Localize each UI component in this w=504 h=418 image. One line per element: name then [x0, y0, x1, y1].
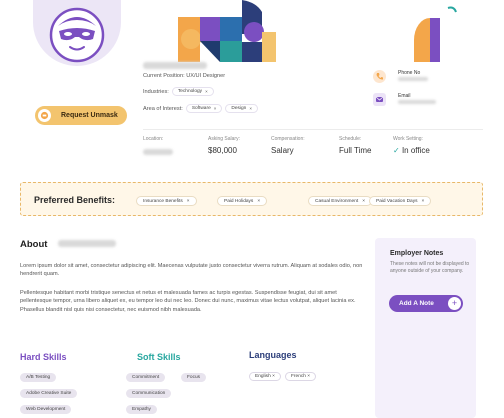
add-note-button[interactable]: Add A Note + — [389, 295, 463, 312]
stat-compensation: Compensation: Salary — [271, 136, 305, 155]
phone-icon — [373, 70, 386, 83]
masked-avatar-icon — [49, 7, 105, 63]
email-icon — [373, 93, 386, 106]
benefit-chip[interactable]: Paid Holidays × — [217, 196, 268, 206]
hard-skill-chip[interactable]: Web Development — [20, 405, 72, 414]
preferred-benefits-panel: Preferred Benefits: Insurance Benefits × … — [20, 182, 483, 216]
hard-skills-heading: Hard Skills — [20, 352, 67, 362]
soft-skill-chip[interactable]: Empathy — [126, 405, 157, 414]
soft-skill-chip[interactable]: Focus — [181, 373, 207, 382]
stat-work-setting: Work Setting: ✓ In office — [393, 136, 430, 155]
request-unmask-label: Request Unmask — [61, 112, 118, 119]
banner-graphic — [178, 0, 504, 62]
benefit-chip[interactable]: Paid Vacation Days × — [369, 196, 432, 206]
request-unmask-button[interactable]: Request Unmask — [35, 106, 127, 125]
language-chip[interactable]: French × — [285, 372, 317, 381]
soft-skill-chip[interactable]: Communication — [126, 389, 172, 398]
about-paragraph-1: Lorem ipsum dolor sit amet, consectetur … — [20, 263, 363, 278]
phone-value-redacted — [398, 77, 428, 81]
language-chip[interactable]: English × — [249, 372, 281, 381]
divider — [143, 129, 483, 130]
location-redacted — [143, 149, 173, 155]
stat-location: Location: — [143, 136, 173, 160]
candidate-name-redacted — [143, 62, 207, 69]
benefit-chip[interactable]: Casual Environment × — [308, 196, 373, 206]
candidate-profile-page: Request Unmask Current Position: UX/UI D… — [0, 0, 504, 418]
interests-row: Area of Interest: Software × Design × — [143, 104, 258, 113]
interest-chip[interactable]: Software × — [185, 104, 223, 113]
about-heading: About — [20, 239, 48, 250]
interest-chip[interactable]: Design × — [225, 104, 258, 113]
remove-icon[interactable]: × — [214, 106, 217, 111]
hard-skill-chip[interactable]: Adobe Creative Suite — [20, 389, 78, 398]
stat-salary: Asking Salary: $80,000 — [208, 136, 240, 155]
stat-schedule: Schedule: Full Time — [339, 136, 372, 155]
remove-icon[interactable]: × — [205, 89, 208, 94]
about-name-redacted — [58, 240, 116, 247]
current-position: Current Position: UX/UI Designer — [143, 73, 226, 79]
remove-icon[interactable]: × — [249, 106, 252, 111]
benefit-chip[interactable]: Insurance Benefits × — [136, 196, 197, 206]
remove-icon[interactable]: × — [422, 199, 425, 204]
about-paragraph-2: Pellentesque habitant morbi tristique se… — [20, 290, 356, 313]
employer-notes-panel: Employer Notes These notes will not be d… — [375, 238, 476, 418]
work-setting-value: ✓ In office — [393, 146, 430, 155]
email-value-redacted — [398, 100, 436, 104]
languages-heading: Languages — [249, 350, 297, 360]
plus-icon: + — [448, 297, 461, 310]
remove-icon[interactable]: × — [257, 199, 260, 204]
industry-chip[interactable]: Technology × — [171, 87, 214, 96]
remove-icon[interactable]: × — [362, 199, 365, 204]
remove-icon[interactable]: × — [187, 199, 190, 204]
industries-row: Industries: Technology × — [143, 87, 214, 96]
unmask-icon — [38, 109, 51, 122]
soft-skill-chip[interactable]: Commitment — [126, 373, 166, 382]
check-icon: ✓ — [393, 146, 400, 155]
hard-skill-chip[interactable]: A/B Testing — [20, 373, 57, 382]
soft-skills-heading: Soft Skills — [137, 352, 181, 362]
